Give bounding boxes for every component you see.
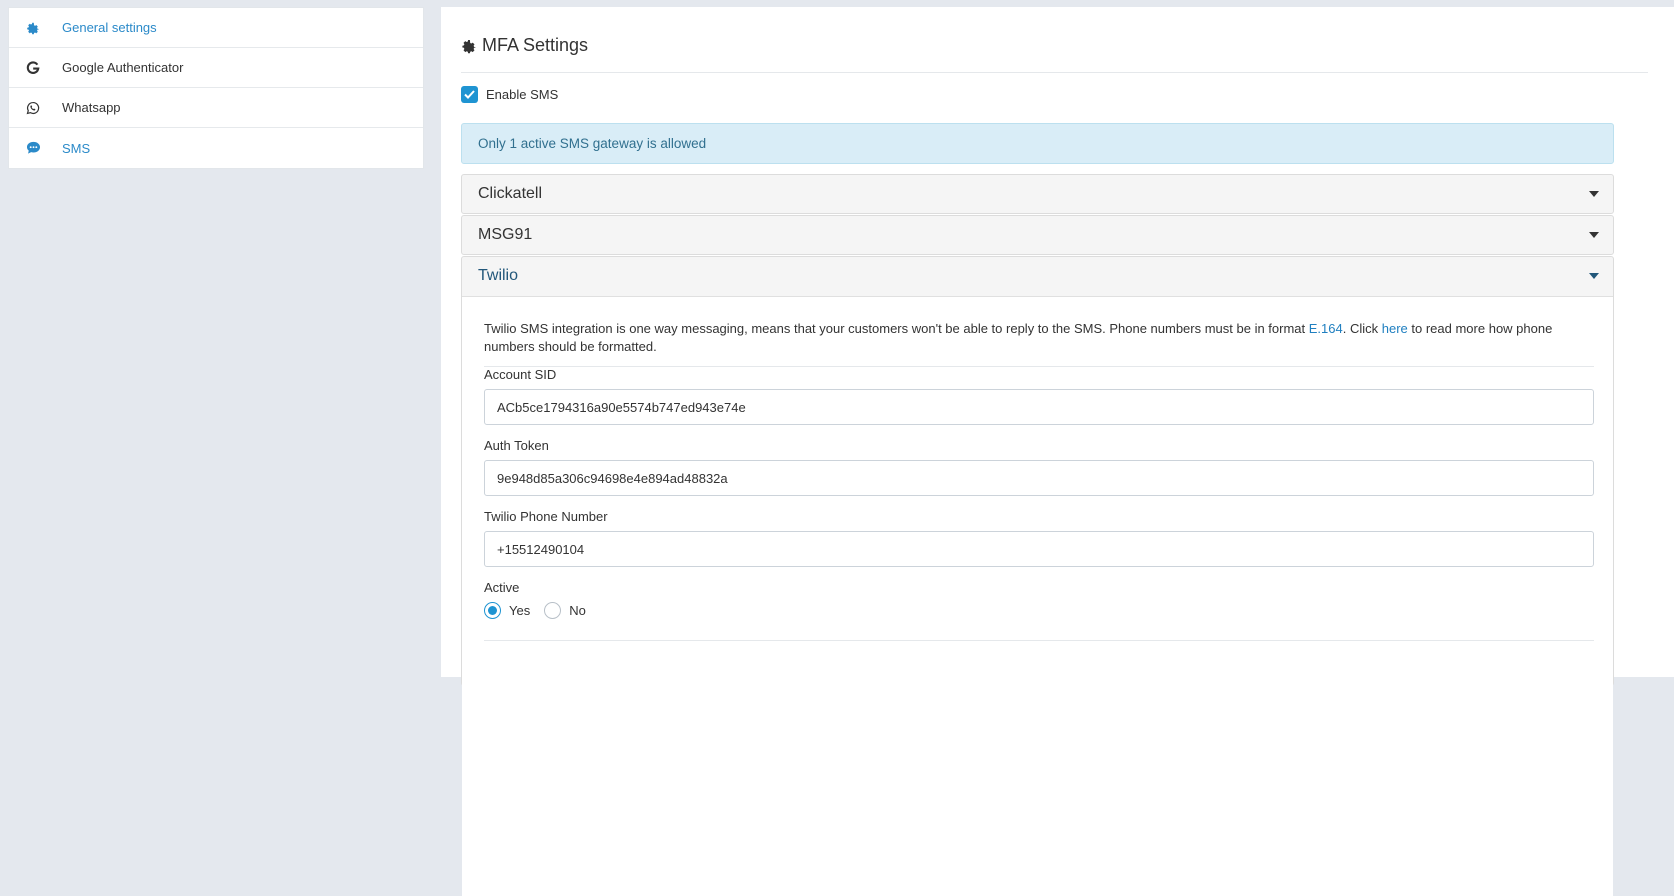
description-text: . Click bbox=[1342, 321, 1382, 336]
sidebar-item-label: SMS bbox=[62, 140, 91, 156]
active-radio-group: Yes No bbox=[484, 602, 600, 619]
sidebar-item-sms[interactable]: SMS bbox=[9, 128, 423, 168]
here-link[interactable]: here bbox=[1382, 321, 1408, 336]
sidebar-item-label: General settings bbox=[62, 20, 157, 35]
sidebar-item-general-settings[interactable]: General settings bbox=[9, 8, 423, 48]
gateway-clickatell: Clickatell bbox=[461, 174, 1614, 214]
accordion-header-twilio[interactable]: Twilio bbox=[462, 257, 1613, 295]
twilio-description: Twilio SMS integration is one way messag… bbox=[484, 320, 1594, 367]
caret-down-icon bbox=[1589, 191, 1599, 197]
accordion-header-clickatell[interactable]: Clickatell bbox=[462, 175, 1613, 213]
chat-icon bbox=[25, 140, 41, 156]
mfa-settings-panel: MFA Settings Enable SMS Only 1 active SM… bbox=[441, 7, 1674, 896]
gear-icon bbox=[25, 20, 41, 36]
caret-down-icon bbox=[1589, 273, 1599, 279]
phone-number-label: Twilio Phone Number bbox=[484, 509, 608, 524]
enable-sms-checkbox[interactable] bbox=[461, 86, 478, 103]
google-icon bbox=[25, 60, 41, 76]
sidebar-item-whatsapp[interactable]: Whatsapp bbox=[9, 88, 423, 128]
description-text: Twilio SMS integration is one way messag… bbox=[484, 321, 1309, 336]
auth-token-label: Auth Token bbox=[484, 438, 549, 453]
accordion-title: Clickatell bbox=[478, 185, 543, 202]
sidebar-item-label: Whatsapp bbox=[62, 100, 121, 115]
active-no-radio[interactable] bbox=[544, 602, 562, 619]
caret-down-icon bbox=[1589, 232, 1599, 238]
panel-header: MFA Settings bbox=[461, 35, 1648, 73]
enable-sms-toggle[interactable]: Enable SMS bbox=[461, 86, 558, 103]
active-yes-label[interactable]: Yes bbox=[509, 603, 530, 618]
accordion-title: MSG91 bbox=[478, 226, 533, 243]
active-yes-radio[interactable] bbox=[484, 602, 501, 619]
gateway-msg91: MSG91 bbox=[461, 215, 1614, 255]
whatsapp-icon bbox=[25, 100, 41, 116]
twilio-settings-body: Twilio SMS integration is one way messag… bbox=[462, 296, 1613, 896]
auth-token-input[interactable] bbox=[484, 460, 1594, 496]
active-label: Active bbox=[484, 580, 520, 595]
e164-link[interactable]: E.164 bbox=[1309, 321, 1343, 336]
account-sid-input[interactable] bbox=[484, 389, 1594, 425]
check-icon bbox=[464, 90, 475, 99]
gateway-twilio: Twilio Twilio SMS integration is one way… bbox=[461, 256, 1614, 896]
page-title: MFA Settings bbox=[482, 35, 589, 55]
accordion-title: Twilio bbox=[478, 267, 519, 284]
active-no-label[interactable]: No bbox=[569, 603, 586, 618]
info-alert: Only 1 active SMS gateway is allowed bbox=[461, 123, 1614, 164]
divider bbox=[484, 640, 1594, 641]
radio-dot bbox=[488, 606, 497, 615]
alert-text: Only 1 active SMS gateway is allowed bbox=[478, 136, 707, 151]
enable-sms-label: Enable SMS bbox=[486, 87, 559, 102]
phone-number-input[interactable] bbox=[484, 531, 1594, 567]
sidebar-item-label: Google Authenticator bbox=[62, 60, 184, 75]
account-sid-label: Account SID bbox=[484, 367, 557, 382]
accordion-header-msg91[interactable]: MSG91 bbox=[462, 216, 1613, 254]
sidebar-item-google-authenticator[interactable]: Google Authenticator bbox=[9, 48, 423, 88]
settings-sidebar: General settings Google Authenticator Wh… bbox=[8, 7, 424, 169]
gear-icon bbox=[461, 38, 477, 54]
